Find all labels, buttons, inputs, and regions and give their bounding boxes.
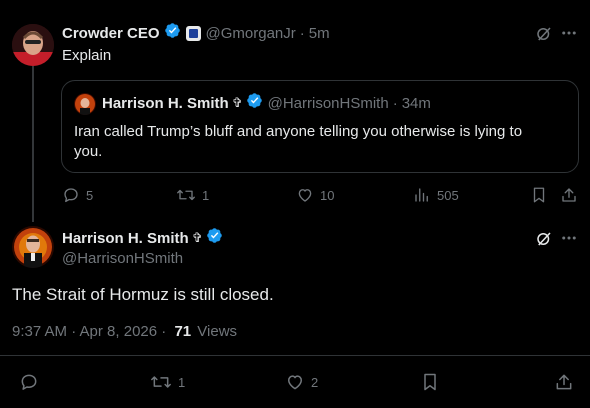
quote-text: Iran called Trump’s bluff and anyone tel… (74, 123, 523, 160)
cross-emoji: ✞ (231, 95, 243, 110)
repost-count: 1 (202, 187, 210, 203)
author-handle[interactable]: @HarrisonHSmith (62, 250, 183, 267)
repost-button[interactable]: 1 (150, 372, 185, 392)
like-button[interactable]: 2 (285, 372, 318, 392)
grok-icon[interactable] (535, 230, 553, 248)
quoted-post-card[interactable]: Harrison H. Smith ✞ @HarrisonHSmith · 34… (61, 80, 579, 173)
author-handle[interactable]: @GmorganJr (206, 25, 296, 42)
reply-button[interactable] (19, 372, 39, 392)
post-time[interactable]: 5m (309, 25, 330, 42)
post-metadata: 9:37 AM · Apr 8, 2026 · 71 Views (12, 323, 237, 340)
reply-text: Explain (62, 47, 112, 64)
more-options-icon[interactable] (560, 229, 578, 247)
like-count: 2 (311, 374, 319, 390)
reply-header: Crowder CEO @GmorganJr · 5m (62, 22, 330, 44)
share-icon[interactable] (554, 372, 574, 392)
quote-post-time: 34m (401, 94, 431, 112)
quote-author-handle: @HarrisonHSmith (267, 94, 389, 112)
post-timestamp[interactable]: 9:37 AM · Apr 8, 2026 · (12, 323, 166, 340)
views-count: 71 (174, 323, 192, 340)
author-name[interactable]: Crowder CEO (62, 25, 160, 42)
avatar-harrison-smith (74, 93, 96, 115)
bookmark-icon[interactable] (420, 372, 440, 392)
reply-count: 5 (86, 187, 94, 203)
views-count: 505 (437, 187, 459, 203)
main-post-text: The Strait of Hormuz is still closed. (12, 285, 274, 304)
author-name[interactable]: Harrison H. Smith (62, 230, 189, 247)
quote-header: Harrison H. Smith ✞ @HarrisonHSmith · 34… (102, 93, 431, 113)
verified-badge-icon (246, 92, 263, 114)
cross-emoji: ✞ (191, 230, 203, 245)
verified-badge-icon (164, 22, 181, 44)
avatar-crowder-ceo[interactable] (12, 24, 54, 66)
repost-button[interactable]: 1 (176, 186, 209, 204)
views-label: Views (197, 323, 238, 340)
divider (0, 355, 590, 356)
main-post-header: Harrison H. Smith ✞ (62, 227, 223, 249)
grok-icon[interactable] (535, 25, 553, 43)
bookmark-icon[interactable] (530, 186, 548, 204)
separator-dot: · (299, 24, 305, 42)
like-count: 10 (320, 187, 335, 203)
verified-badge-icon (206, 227, 223, 249)
quote-author-name: Harrison H. Smith (102, 94, 229, 112)
like-button[interactable]: 10 (296, 186, 334, 204)
avatar-harrison-smith[interactable] (12, 226, 54, 268)
views-button[interactable]: 505 (413, 186, 459, 204)
share-icon[interactable] (560, 186, 578, 204)
thread-connector-line (32, 66, 34, 222)
repost-count: 1 (178, 374, 186, 390)
reply-button[interactable]: 5 (62, 186, 93, 204)
separator-dot: · (392, 94, 398, 112)
affiliate-badge-icon (185, 25, 201, 41)
more-options-icon[interactable] (560, 24, 578, 42)
